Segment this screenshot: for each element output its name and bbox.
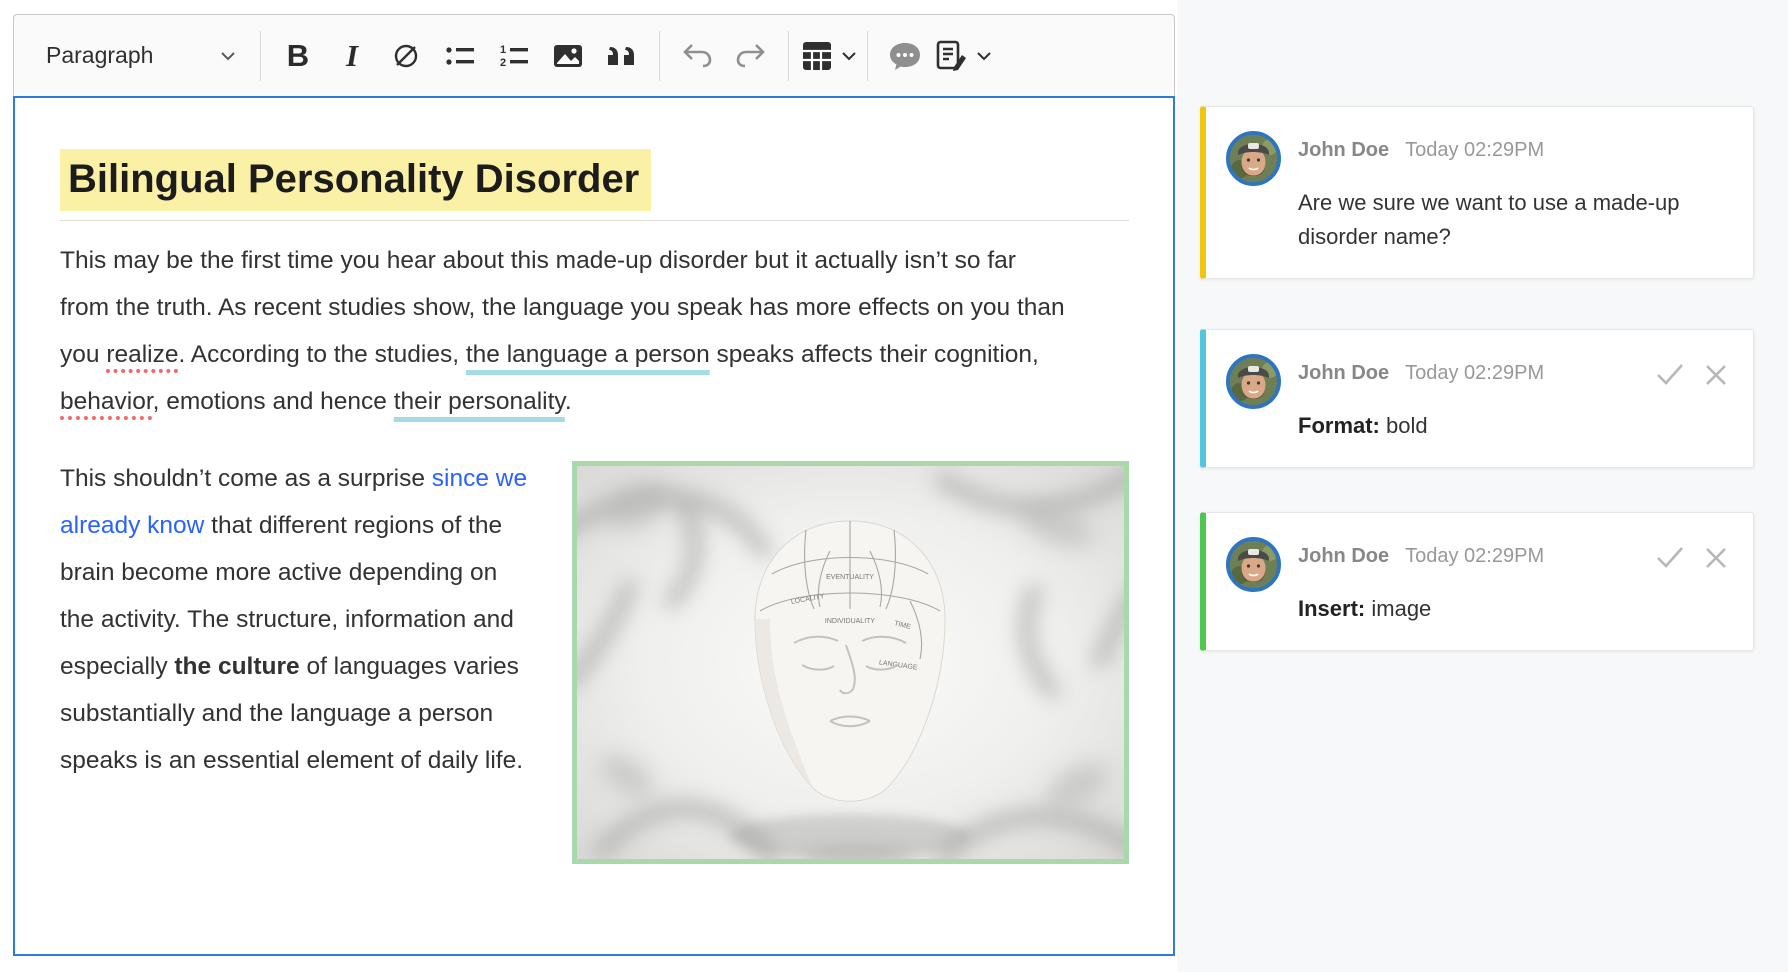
suggestion-text: Format: bold [1298, 409, 1727, 443]
avatar [1226, 537, 1281, 592]
suggestion-value: image [1371, 596, 1431, 621]
undo-button[interactable] [670, 27, 724, 85]
comment-bubble-icon [887, 39, 923, 73]
bold-button[interactable]: B [271, 27, 325, 85]
link-button[interactable] [379, 27, 433, 85]
yellow-comment-highlight[interactable]: Bilingual Personality Disorder [60, 149, 651, 211]
comment-marked-text[interactable]: the language a person [466, 341, 710, 368]
body-text: . According to the studies, [179, 341, 466, 368]
chevron-down-icon [976, 51, 992, 61]
body-text: speaks affects their cognition, [710, 341, 1039, 368]
comment-author: John Doe [1298, 362, 1389, 385]
rich-text-editor[interactable]: Bilingual Personality Disorder This may … [13, 96, 1175, 956]
redo-icon [734, 41, 768, 71]
discard-suggestion-button[interactable] [1701, 543, 1731, 573]
redo-button[interactable] [724, 27, 778, 85]
comment-marked-text[interactable]: their personality [394, 388, 565, 415]
svg-text:2: 2 [500, 57, 506, 69]
insert-table-dropdown[interactable] [799, 27, 857, 85]
comment-author: John Doe [1298, 139, 1389, 162]
block-quote-icon [605, 41, 639, 71]
chevron-down-icon [220, 51, 236, 61]
ckeditor-demo-page: John Doe Today 02:29PM Are we sure we wa… [0, 0, 1788, 972]
insert-image-button[interactable] [541, 27, 595, 85]
document-image-figure[interactable]: EVENTUALITY INDIVIDUALITY LOCALITY TIME … [572, 461, 1129, 864]
svg-text:EVENTUALITY: EVENTUALITY [826, 574, 874, 581]
paragraph-style-label: Paragraph [46, 42, 153, 69]
numbered-list-button[interactable]: 1 2 [487, 27, 541, 85]
paragraph-style-dropdown[interactable]: Paragraph [28, 27, 250, 85]
block-quote-button[interactable] [595, 27, 649, 85]
italic-icon: I [346, 38, 358, 74]
comment-timestamp: Today 02:29PM [1405, 362, 1544, 385]
toolbar-separator [867, 31, 868, 81]
numbered-list-icon: 1 2 [498, 40, 530, 72]
comment-button[interactable] [878, 27, 932, 85]
editor-toolbar: Paragraph B I [13, 14, 1175, 96]
suggestion-card-format[interactable]: John Doe Today 02:29PM Format: bold [1200, 329, 1754, 468]
avatar [1226, 354, 1281, 409]
avatar [1226, 131, 1281, 186]
chevron-down-icon [841, 51, 857, 61]
suggestion-value: bold [1386, 413, 1428, 438]
table-icon [799, 38, 835, 74]
paragraph-1: This may be the first time you hear abou… [60, 237, 1065, 425]
comment-card-thread[interactable]: John Doe Today 02:29PM Are we sure we wa… [1200, 106, 1754, 279]
body-text: . [565, 388, 572, 415]
italic-button[interactable]: I [325, 27, 379, 85]
comment-author: John Doe [1298, 545, 1389, 568]
accept-suggestion-button[interactable] [1655, 360, 1685, 390]
undo-icon [680, 41, 714, 71]
bold-icon: B [287, 38, 309, 74]
suggestion-text: Insert: image [1298, 592, 1727, 626]
spellcheck-word: realize [106, 341, 178, 368]
toolbar-separator [260, 31, 261, 81]
editor: Paragraph B I [13, 14, 1175, 956]
comment-text: Are we sure we want to use a made-up dis… [1298, 186, 1727, 254]
suggestion-label: Format: [1298, 413, 1380, 438]
body-text: , emotions and hence [153, 388, 394, 415]
comment-timestamp: Today 02:29PM [1405, 139, 1544, 162]
accept-suggestion-button[interactable] [1655, 543, 1685, 573]
document-title: Bilingual Personality Disorder [60, 154, 1128, 204]
toolbar-separator [788, 31, 789, 81]
body-text: This shouldn’t come as a surprise [60, 465, 432, 492]
bold-text: the culture [174, 653, 299, 680]
comment-timestamp: Today 02:29PM [1405, 545, 1544, 568]
suggestion-label: Insert: [1298, 596, 1365, 621]
toolbar-separator [659, 31, 660, 81]
image-icon [551, 39, 585, 73]
paragraph-2: EVENTUALITY INDIVIDUALITY LOCALITY TIME … [60, 455, 1129, 784]
bulleted-list-button[interactable] [433, 27, 487, 85]
title-divider [60, 220, 1129, 221]
spellcheck-word: behavior [60, 388, 153, 415]
suggestion-card-insert[interactable]: John Doe Today 02:29PM Insert: image [1200, 512, 1754, 651]
track-changes-dropdown[interactable] [932, 27, 992, 85]
track-changes-icon [932, 38, 970, 74]
svg-text:INDIVIDUALITY: INDIVIDUALITY [825, 618, 876, 625]
bulleted-list-icon [444, 40, 476, 72]
svg-text:1: 1 [500, 44, 506, 56]
discard-suggestion-button[interactable] [1701, 360, 1731, 390]
comments-sidebar: John Doe Today 02:29PM Are we sure we wa… [1177, 0, 1788, 972]
link-icon [390, 40, 422, 72]
